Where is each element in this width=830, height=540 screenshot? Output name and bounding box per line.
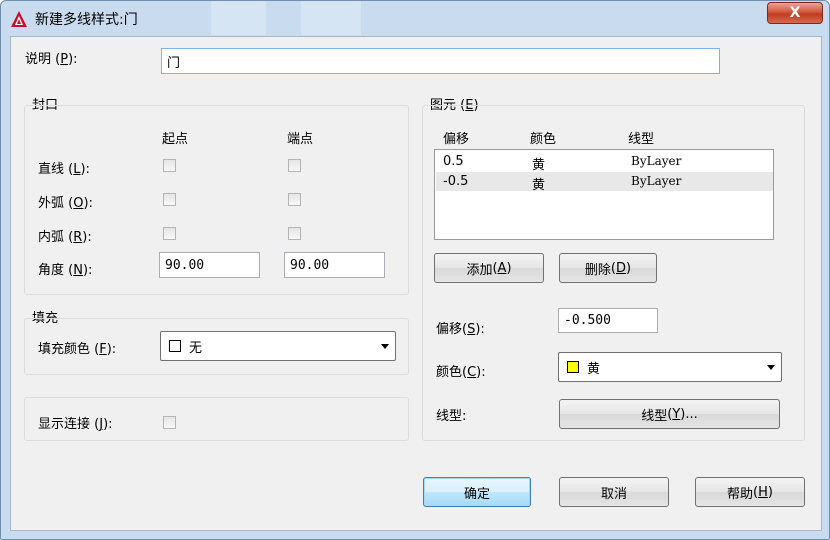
caps-angle-start-input[interactable]: 90.00	[159, 252, 260, 278]
element-offset-label: 偏移(S):	[436, 322, 485, 337]
element-color-label: 颜色(C):	[436, 365, 486, 380]
caps-inner-arc-end-checkbox[interactable]	[288, 227, 301, 240]
add-button[interactable]: 添加(A)	[434, 253, 544, 283]
element-linetype-label: 线型:	[436, 409, 467, 424]
close-icon: X	[789, 5, 801, 21]
element-offset: -0.5	[443, 174, 469, 189]
title-bar[interactable]: 新建多线样式:门 X	[1, 1, 829, 35]
table-row[interactable]: -0.5 黄 ByLayer	[436, 172, 773, 193]
element-offset-input[interactable]: -0.500	[558, 308, 658, 333]
caps-angle-end-value: 90.00	[290, 257, 330, 273]
delete-button[interactable]: 删除(D)	[559, 253, 657, 283]
element-color-value: 黄	[587, 361, 601, 377]
caps-inner-arc-start-checkbox[interactable]	[163, 227, 176, 240]
description-value: 门	[167, 55, 181, 71]
dialog-client-area: 说明 (P): 门 封口 起点 端点 直线 (L): 外弧 (O): 内弧 (R…	[10, 36, 822, 531]
elements-col-offset: 偏移	[443, 132, 470, 147]
elements-list[interactable]: 0.5 黄 ByLayer -0.5 黄 ByLayer	[434, 149, 774, 240]
chevron-down-icon	[381, 344, 389, 349]
dialog-window: 新建多线样式:门 X 说明 (P): 门 封口 起点 端点 直线 (L): 外弧…	[0, 0, 830, 540]
fill-color-label: 填充颜色 (F):	[38, 342, 117, 357]
caps-angle-end-input[interactable]: 90.00	[284, 252, 385, 278]
element-linetype: ByLayer	[631, 174, 682, 188]
caps-line-start-checkbox[interactable]	[163, 159, 176, 172]
autocad-logo-icon	[11, 11, 27, 27]
description-input[interactable]: 门	[161, 48, 720, 74]
linetype-button[interactable]: 线型(Y)...	[559, 399, 780, 429]
background-glass	[301, 1, 361, 35]
window-title: 新建多线样式:门	[35, 12, 138, 28]
table-row[interactable]: 0.5 黄 ByLayer	[436, 152, 773, 173]
fill-color-swatch	[169, 340, 181, 352]
close-button[interactable]: X	[767, 2, 823, 24]
caps-outer-arc-start-checkbox[interactable]	[163, 193, 176, 206]
element-offset: 0.5	[443, 154, 464, 169]
fill-color-dropdown[interactable]: 无	[160, 331, 396, 361]
caps-angle-label: 角度 (N):	[38, 263, 93, 278]
elements-col-linetype: 线型	[628, 132, 655, 147]
caps-outer-arc-end-checkbox[interactable]	[288, 193, 301, 206]
help-button[interactable]: 帮助(H)	[695, 477, 805, 507]
element-color-dropdown[interactable]: 黄	[558, 352, 782, 382]
background-glass	[211, 1, 266, 35]
element-color-swatch	[567, 361, 579, 373]
cancel-button[interactable]: 取消	[559, 477, 669, 507]
caps-outer-arc-label: 外弧 (O):	[38, 196, 93, 211]
caps-angle-start-value: 90.00	[165, 257, 205, 273]
display-joints-label: 显示连接 (J):	[38, 417, 113, 432]
caps-line-label: 直线 (L):	[38, 162, 90, 177]
caps-end-header: 端点	[287, 132, 314, 147]
fill-color-value: 无	[189, 340, 203, 356]
display-joints-checkbox[interactable]	[163, 416, 176, 429]
element-offset-value: -0.500	[564, 313, 611, 328]
caps-line-end-checkbox[interactable]	[288, 159, 301, 172]
caps-inner-arc-label: 内弧 (R):	[38, 230, 92, 245]
element-color: 黄	[532, 158, 546, 173]
ok-button[interactable]: 确定	[423, 477, 531, 507]
description-label: 说明 (P):	[25, 52, 78, 67]
element-linetype: ByLayer	[631, 154, 682, 168]
caps-start-header: 起点	[162, 132, 189, 147]
elements-col-color: 颜色	[530, 132, 557, 147]
chevron-down-icon	[767, 365, 775, 370]
element-color: 黄	[532, 178, 546, 193]
